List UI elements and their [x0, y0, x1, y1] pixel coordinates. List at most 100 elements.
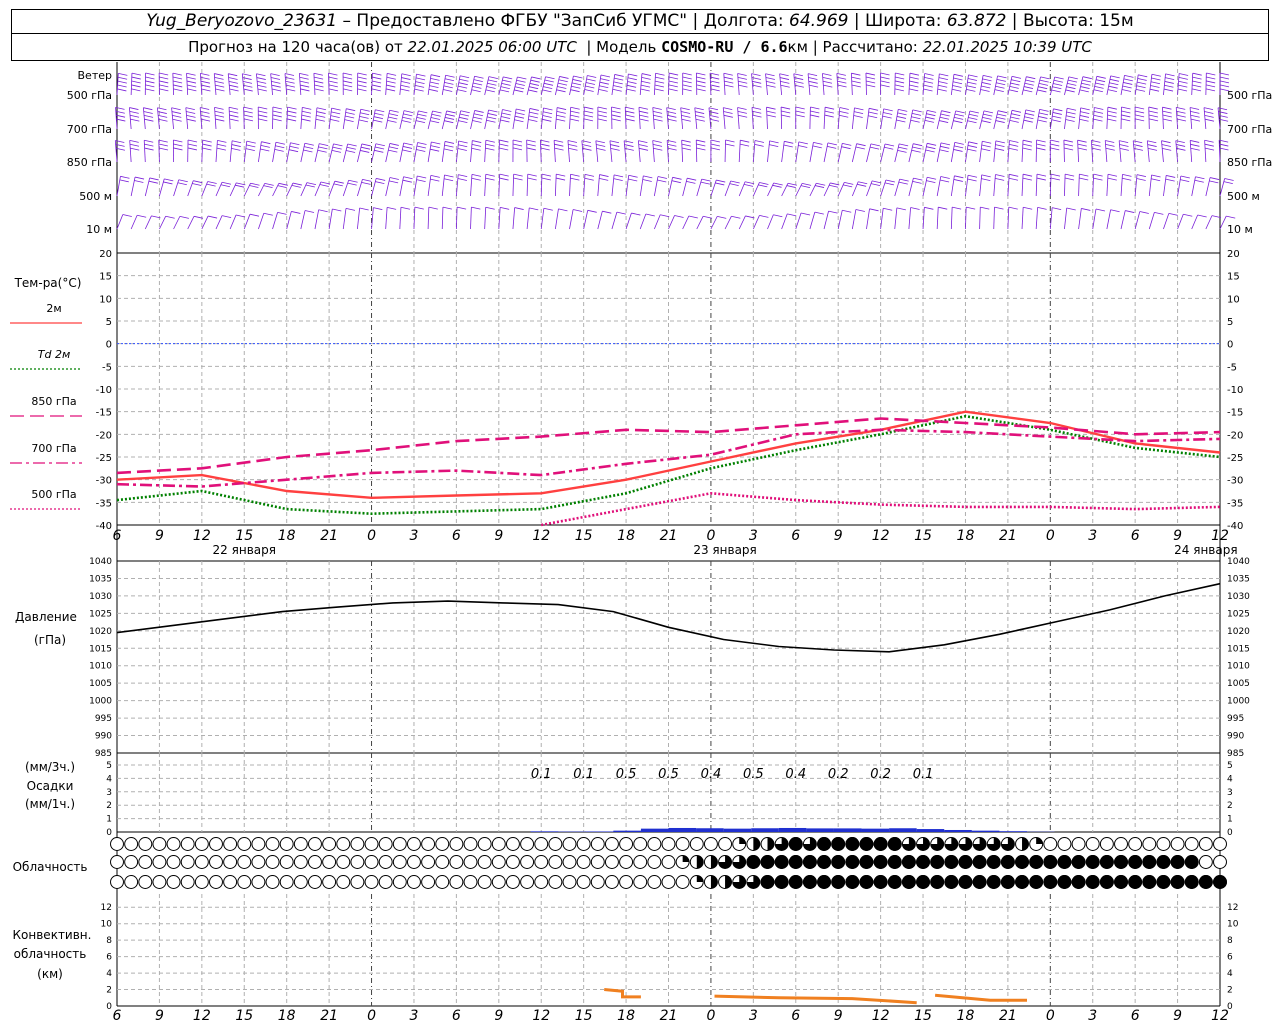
cloud-full — [1142, 855, 1157, 869]
cloud-circle — [378, 837, 393, 851]
barb-feather — [260, 144, 270, 148]
barb-feather — [939, 149, 949, 153]
wind-barb — [1177, 73, 1189, 96]
barb-feather — [694, 107, 704, 111]
barb-feather — [1180, 175, 1190, 179]
cloud-circle — [520, 837, 535, 851]
barb-feather — [446, 110, 456, 114]
barb-feather — [1148, 110, 1158, 114]
barb-feather — [584, 89, 594, 92]
cloud-symbol — [548, 855, 563, 869]
barb-feather — [458, 140, 468, 144]
barb-staff — [1021, 174, 1024, 197]
cloud-symbol — [1184, 875, 1199, 889]
barb-staff — [142, 107, 146, 130]
barb-feather — [500, 206, 510, 210]
barb-feather — [616, 211, 626, 215]
pres-tick-left: 1040 — [89, 557, 112, 567]
barb-feather — [134, 176, 145, 180]
wind-barb — [455, 206, 467, 230]
barb-feather — [414, 206, 424, 210]
wind-barb — [1148, 73, 1161, 96]
cloud-circle — [124, 875, 139, 889]
cloud-circle — [562, 855, 577, 869]
precip-bar — [613, 830, 641, 832]
wind-barb — [979, 206, 990, 230]
cloud-circle — [633, 875, 648, 889]
cloud-circle — [166, 837, 181, 851]
barb-feather — [122, 214, 132, 217]
barb-feather — [955, 110, 965, 114]
barb-staff — [737, 107, 740, 130]
barb-feather — [968, 117, 978, 120]
day-22: 22 января — [213, 543, 276, 557]
barb-feather — [716, 179, 726, 183]
barb-feather — [314, 84, 324, 88]
barb-staff — [936, 110, 942, 130]
barb-staff — [371, 143, 377, 163]
barb-feather — [913, 177, 923, 181]
precip-bar — [640, 828, 669, 832]
barb-feather — [686, 181, 696, 184]
barb-feather — [1038, 83, 1049, 86]
wind-barb — [441, 206, 453, 230]
barb-feather — [1219, 84, 1230, 88]
barb-feather — [129, 139, 139, 143]
precip-bar — [944, 829, 972, 832]
cloud-symbol — [378, 855, 393, 869]
barb-feather — [1008, 177, 1019, 181]
barb-feather — [586, 78, 596, 82]
barb-feather — [1026, 76, 1036, 80]
wind-barb — [851, 143, 866, 163]
barb-feather — [541, 177, 551, 181]
wind-barb — [512, 108, 526, 130]
cloud-full — [986, 875, 1001, 889]
wind-barb — [652, 107, 663, 130]
barb-feather — [1190, 114, 1200, 118]
cloud-circle — [350, 875, 365, 889]
barb-feather — [187, 139, 198, 143]
barb-feather — [1068, 76, 1078, 80]
barb-staff — [172, 73, 174, 96]
barb-staff — [965, 175, 969, 197]
bottom-x-tick: 15 — [575, 1008, 593, 1024]
barb-staff — [385, 177, 391, 197]
cloud-symbol — [520, 875, 535, 889]
wind-barb — [342, 108, 356, 130]
wind-barb — [1078, 208, 1091, 230]
barb-feather — [1079, 89, 1089, 93]
barb-feather — [1124, 74, 1134, 78]
barb-feather — [200, 107, 210, 110]
barb-staff — [1078, 174, 1080, 197]
prec-tick-left: 5 — [106, 761, 112, 771]
barb-feather — [516, 108, 526, 112]
barb-feather — [1219, 147, 1229, 151]
barb-staff — [866, 108, 870, 130]
wind-barb — [356, 207, 369, 230]
barb-feather — [1077, 143, 1087, 147]
barb-feather — [246, 140, 256, 144]
cloud-circle — [194, 837, 209, 851]
wind-barb — [611, 106, 621, 130]
cloud-symbol — [746, 875, 761, 889]
barb-feather — [401, 120, 411, 123]
barb-feather — [143, 111, 153, 114]
barb-feather — [695, 115, 705, 118]
barb-feather — [117, 84, 127, 88]
barb-feather — [866, 84, 876, 88]
wind-barb — [427, 141, 441, 163]
barb-feather — [657, 176, 668, 179]
barb-feather — [459, 116, 469, 120]
barb-feather — [1162, 118, 1173, 122]
barb-feather — [471, 206, 481, 210]
barb-feather — [145, 88, 155, 92]
precip-3h-label: 0.2 — [870, 767, 891, 782]
barb-feather — [402, 149, 412, 153]
barb-feather — [571, 85, 581, 89]
wind-barb — [837, 209, 852, 230]
barb-staff — [484, 174, 487, 197]
barb-staff — [227, 73, 231, 96]
cloud-circle — [1213, 837, 1227, 851]
barb-staff — [950, 110, 957, 130]
cloud-symbol — [138, 837, 153, 851]
